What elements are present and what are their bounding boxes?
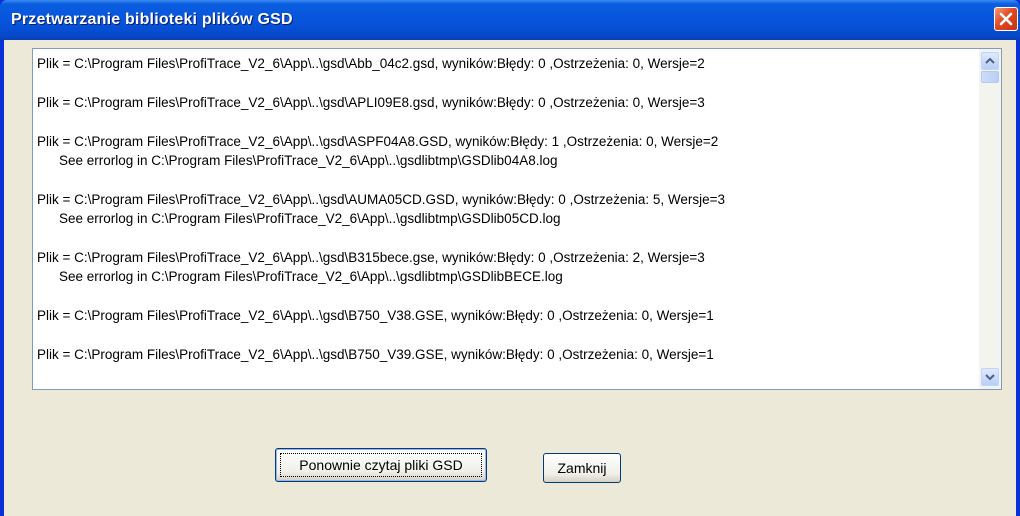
log-listbox[interactable]: Plik = C:\Program Files\ProfiTrace_V2_6\… [32, 48, 1002, 390]
log-entry-errorlog: See errorlog in C:\Program Files\ProfiTr… [59, 211, 561, 226]
close-window-button[interactable] [994, 7, 1018, 31]
log-entry-line: Plik = C:\Program Files\ProfiTrace_V2_6\… [37, 347, 714, 362]
window-title: Przetwarzanie biblioteki plików GSD [11, 11, 293, 28]
log-entry: Plik = C:\Program Files\ProfiTrace_V2_6\… [37, 132, 973, 170]
log-entry: Plik = C:\Program Files\ProfiTrace_V2_6\… [37, 248, 973, 286]
log-entry-line: Plik = C:\Program Files\ProfiTrace_V2_6\… [37, 134, 719, 149]
log-content: Plik = C:\Program Files\ProfiTrace_V2_6\… [37, 54, 973, 384]
close-icon [999, 12, 1013, 26]
log-entry-line: Plik = C:\Program Files\ProfiTrace_V2_6\… [37, 192, 726, 207]
vertical-scrollbar[interactable] [979, 49, 1001, 389]
log-entry-errorlog: See errorlog in C:\Program Files\ProfiTr… [59, 269, 563, 284]
log-entry: Plik = C:\Program Files\ProfiTrace_V2_6\… [37, 345, 973, 364]
log-entry-line: Plik = C:\Program Files\ProfiTrace_V2_6\… [37, 250, 705, 265]
scroll-up-button[interactable] [981, 52, 999, 70]
log-entry-line: Plik = C:\Program Files\ProfiTrace_V2_6\… [37, 308, 714, 323]
log-entry: Plik = C:\Program Files\ProfiTrace_V2_6\… [37, 190, 973, 228]
arrow-up-icon [985, 57, 995, 64]
reread-gsd-files-button[interactable]: Ponownie czytaj pliki GSD [275, 448, 487, 482]
title-bar[interactable]: Przetwarzanie biblioteki plików GSD [0, 0, 1020, 40]
scroll-down-button[interactable] [981, 368, 999, 386]
dialog-window: Przetwarzanie biblioteki plików GSD Plik… [0, 0, 1020, 516]
log-entry-line: Plik = C:\Program Files\ProfiTrace_V2_6\… [37, 95, 705, 110]
log-entry-errorlog: See errorlog in C:\Program Files\ProfiTr… [59, 153, 558, 168]
log-entry-line: Plik = C:\Program Files\ProfiTrace_V2_6\… [37, 56, 705, 71]
scroll-thumb[interactable] [981, 71, 999, 83]
reread-gsd-files-label: Ponownie czytaj pliki GSD [299, 457, 463, 473]
log-entry: Plik = C:\Program Files\ProfiTrace_V2_6\… [37, 306, 973, 325]
log-entry: Plik = C:\Program Files\ProfiTrace_V2_6\… [37, 54, 973, 73]
close-button[interactable]: Zamknij [543, 453, 621, 483]
log-entry: Plik = C:\Program Files\ProfiTrace_V2_6\… [37, 93, 973, 112]
arrow-down-icon [985, 374, 995, 381]
